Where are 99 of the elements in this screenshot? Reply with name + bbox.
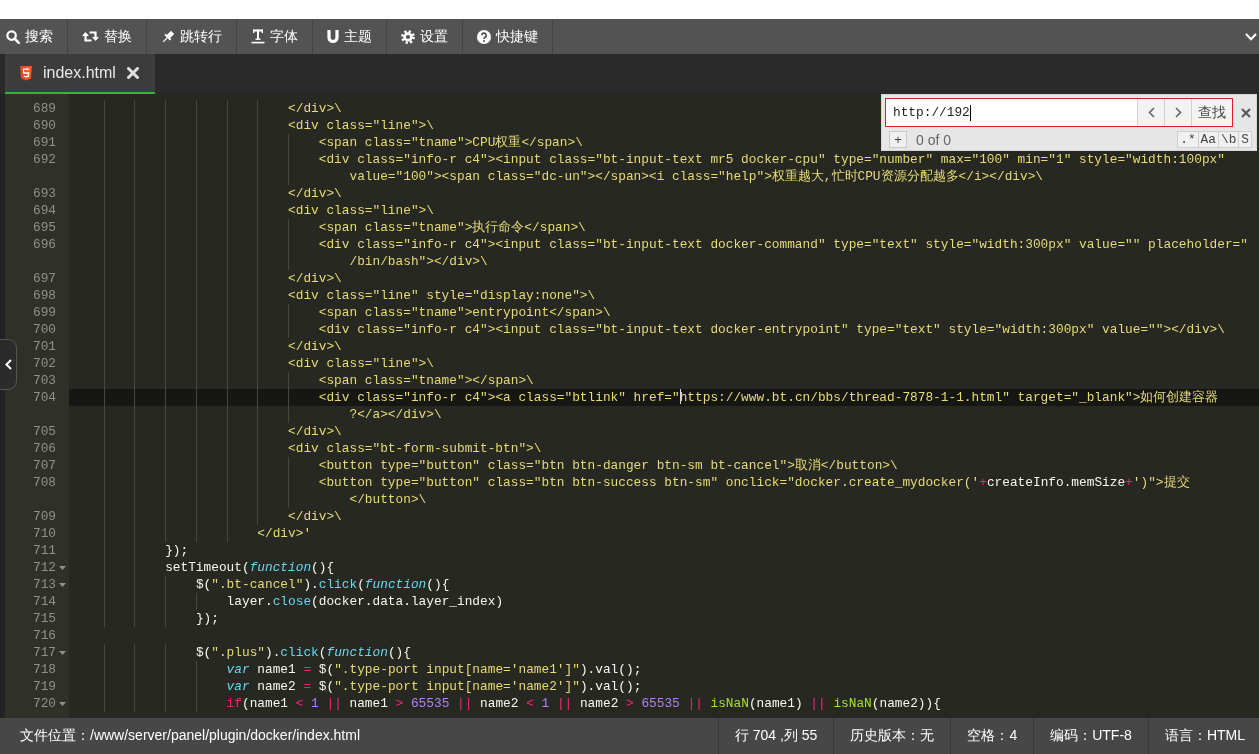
line-number: 705: [32, 423, 56, 440]
chevron-right-icon: [1174, 107, 1182, 118]
repeat-arrows-icon: [82, 30, 99, 43]
line-number: 714: [32, 593, 56, 610]
line-number: 711: [32, 542, 56, 559]
line-number: 699: [32, 304, 56, 321]
search-option-button[interactable]: .*: [1177, 131, 1199, 148]
search-option-button[interactable]: Aa: [1197, 131, 1219, 148]
code-line: </div>\: [288, 185, 342, 202]
code-line: var name2 = $(".type-port input[name='name2']").val();: [226, 678, 642, 695]
chevron-down-icon[interactable]: [1245, 32, 1257, 41]
line-number: 709: [32, 508, 56, 525]
magnet-icon: [327, 29, 339, 44]
code-line: <span class="tname"></span>\: [318, 372, 534, 389]
line-number: 698: [32, 287, 56, 304]
status-item[interactable]: 空格：4: [950, 718, 1034, 754]
line-number: 691: [32, 134, 56, 151]
code-line: <div class="info-r c4"><input class="bt-input-text docker-entrypoint" type="text" style="width:300px" value=""></div>\: [318, 321, 1225, 338]
code-line: if(name1 < 1 || name1 > 65535 || name2 < 1 || name2 > 65535 || isNaN(name1) || isNaN(name2)){: [226, 695, 941, 712]
line-number: 689: [32, 100, 56, 117]
code-line: $(".plus").click(function(){: [195, 644, 411, 661]
code-line: <span class="tname">CPU权重</span>\: [318, 134, 583, 151]
search-option-button[interactable]: \b: [1217, 131, 1240, 148]
code-line: <div class="line">\: [288, 117, 434, 134]
code-line: </div>\: [288, 338, 342, 355]
code-line: </div>\: [288, 423, 342, 440]
help-icon: [477, 29, 491, 44]
code-line: $(".bt-cancel").click(function(){: [195, 576, 450, 593]
code-line: setTimeout(function(){: [165, 559, 335, 576]
line-number: 700: [32, 321, 56, 338]
line-number: 692: [32, 151, 56, 168]
code-line: });: [165, 542, 189, 559]
code-line: </div>\: [288, 100, 342, 117]
code-line: <div class="line" style="display:none">\: [288, 287, 596, 304]
line-number: 715: [32, 610, 56, 627]
match-count: 0 of 0: [916, 131, 952, 148]
chevron-left-icon: [4, 359, 12, 370]
status-item[interactable]: 语言：HTML: [1147, 718, 1259, 754]
line-number: 693: [32, 185, 56, 202]
line-number: 716: [32, 627, 56, 644]
code-line: <button type="button" class="btn btn-danger btn-sm bt-cancel">取消</button>\: [318, 457, 898, 474]
line-number: 696: [32, 236, 56, 253]
fold-arrow-icon[interactable]: [59, 582, 66, 587]
search-field[interactable]: http://192: [886, 99, 1137, 126]
code-line: <div class="info-r c4"><input class="bt-input-text mr5 docker-cpu" type="number" max="100" min="1" style="width:100px": [318, 151, 1225, 168]
line-number: 704: [32, 389, 56, 406]
line-number: 718: [32, 661, 56, 678]
line-number: 694: [32, 202, 56, 219]
code-line: <div class="info-r c4"><a class="btlink" href="https://www.bt.cn/bbs/thread-7878-1-1.html" target="_blank">如何创建容器: [318, 389, 1219, 406]
line-number: 707: [32, 457, 56, 474]
search-icon: [6, 29, 20, 44]
code-line: value="100"><span class="dc-un"></span><i class="help">权重越大,忙时CPU资源分配越多</i></div>\: [349, 168, 1044, 185]
line-number: 702: [32, 355, 56, 372]
code-line: </button>\: [349, 491, 427, 508]
line-number: 706: [32, 440, 56, 457]
code-line: <span class="tname">执行命令</span>\: [318, 219, 586, 236]
code-line: <div class="info-r c4"><input class="bt-input-text docker-command" type="text" style="width:300px" value="" placeholder=": [318, 236, 1248, 253]
line-number: 717: [32, 644, 56, 661]
status-item[interactable]: 编码：UTF-8: [1033, 718, 1148, 754]
shield-icon: [20, 65, 32, 81]
fold-arrow-icon[interactable]: [59, 701, 66, 706]
search-option-button[interactable]: S: [1238, 131, 1252, 148]
code-line: <div class="bt-form-submit-btn">\: [288, 440, 542, 457]
code-line: });: [195, 610, 219, 627]
gear-icon: [401, 29, 415, 44]
plus-button[interactable]: +: [889, 131, 907, 148]
line-number: 712: [32, 559, 56, 576]
line-number: 719: [32, 678, 56, 695]
code-line: /bin/bash"></div>\: [349, 253, 488, 270]
code-line: </div>': [257, 525, 312, 542]
code-line: layer.close(docker.data.layer_index): [226, 593, 504, 610]
code-line: </div>\: [288, 508, 342, 525]
line-number: 697: [32, 270, 56, 287]
fold-arrow-icon[interactable]: [59, 565, 66, 570]
line-number: 701: [32, 338, 56, 355]
close-icon[interactable]: [1241, 107, 1251, 118]
line-number: 690: [32, 117, 56, 134]
line-number: 695: [32, 219, 56, 236]
file-tab[interactable]: index.html: [5, 54, 155, 94]
pin-icon: [161, 29, 175, 44]
file-path: 文件位置：/www/server/panel/plugin/docker/index.html: [20, 727, 360, 745]
code-line: <div class="line">\: [288, 355, 434, 372]
line-number: 703: [32, 372, 56, 389]
code-line: var name1 = $(".type-port input[name='name1']").val();: [226, 661, 642, 678]
chevron-left-icon: [1147, 107, 1155, 118]
status-item[interactable]: 历史版本：无: [833, 718, 951, 754]
collapse-button[interactable]: [0, 339, 17, 390]
line-number: 720: [32, 695, 56, 712]
text-icon: [251, 29, 265, 44]
code-line: ?</a></div>\: [349, 406, 442, 423]
code-line: </div>\: [288, 270, 342, 287]
code-line: <div class="line">\: [288, 202, 434, 219]
line-number: 710: [32, 525, 56, 542]
code-line: <button type="button" class="btn btn-success btn-sm" onclick="docker.create_mydocker('+createInfo.memSize+')">提交: [318, 474, 1190, 491]
status-item[interactable]: 行 704 ,列 55: [717, 718, 834, 754]
line-number: 713: [32, 576, 56, 593]
line-number: 708: [32, 474, 56, 491]
fold-arrow-icon[interactable]: [59, 650, 66, 655]
code-line: <span class="tname">entrypoint</span>\: [318, 304, 611, 321]
